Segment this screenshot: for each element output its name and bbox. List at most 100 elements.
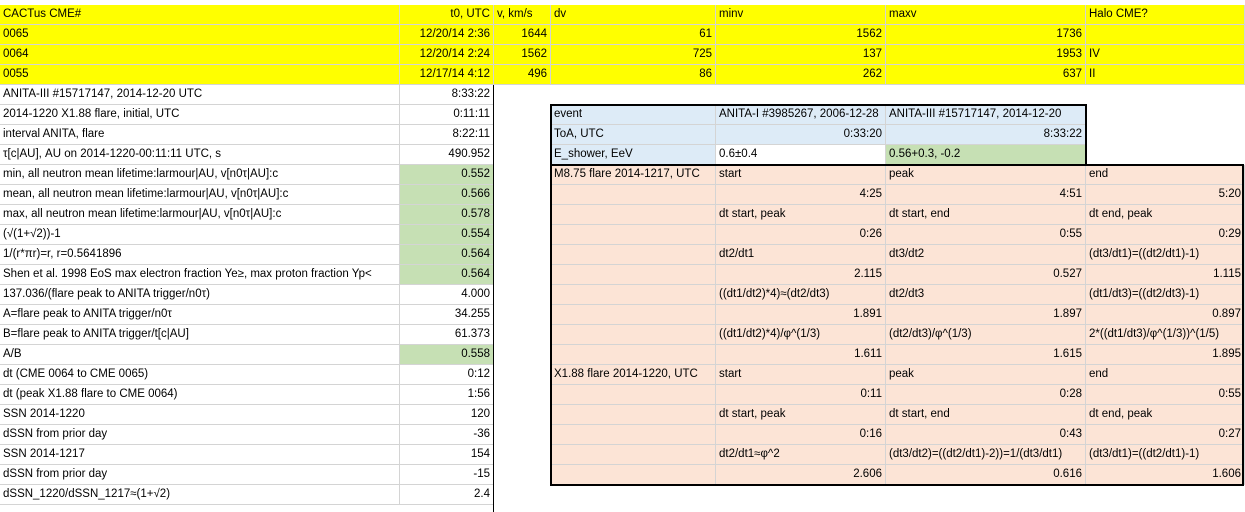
row-label[interactable]: τ[c|AU], AU on 2014-1220-00:11:11 UTC, s: [0, 145, 400, 165]
cme-cell[interactable]: 0055: [0, 65, 400, 85]
row-label[interactable]: dt (CME 0064 to CME 0065): [0, 365, 400, 385]
header-cell-2[interactable]: v, km/s: [494, 5, 551, 25]
row-value[interactable]: 0:12: [400, 365, 494, 385]
row-label[interactable]: interval ANITA, flare: [0, 125, 400, 145]
row-value[interactable]: 8:33:22: [400, 85, 494, 105]
flare-cell[interactable]: [551, 425, 716, 445]
row-value[interactable]: 1:56: [400, 385, 494, 405]
flare-cell[interactable]: [551, 465, 716, 485]
cme-cell[interactable]: 725: [551, 45, 716, 65]
row-value[interactable]: 0.578: [400, 205, 494, 225]
row-label[interactable]: dSSN from prior day: [0, 425, 400, 445]
header-cell-6[interactable]: Halo CME?: [1086, 5, 1245, 25]
row-label[interactable]: 137.036/(flare peak to ANITA trigger/n0τ…: [0, 285, 400, 305]
flare-cell[interactable]: dt2/dt1: [716, 245, 886, 265]
flare-cell[interactable]: 2.115: [716, 265, 886, 285]
flare-cell[interactable]: 1.895: [1086, 345, 1245, 365]
cme-cell[interactable]: 1562: [716, 25, 886, 45]
event-label[interactable]: ToA, UTC: [551, 125, 716, 145]
flare-cell[interactable]: [551, 305, 716, 325]
flare-cell[interactable]: [551, 405, 716, 425]
flare-cell[interactable]: dt start, peak: [716, 405, 886, 425]
cme-cell[interactable]: 12/20/14 2:36: [400, 25, 494, 45]
row-label[interactable]: Shen et al. 1998 EoS max electron fracti…: [0, 265, 400, 285]
flare-cell[interactable]: [551, 385, 716, 405]
row-value[interactable]: 0.552: [400, 165, 494, 185]
flare-cell[interactable]: M8.75 flare 2014-1217, UTC: [551, 165, 716, 185]
flare-cell[interactable]: 0:26: [716, 225, 886, 245]
flare-cell[interactable]: end: [1086, 165, 1245, 185]
event-anita1[interactable]: 0.6±0.4: [716, 145, 886, 165]
cme-cell[interactable]: 1644: [494, 25, 551, 45]
event-anita3[interactable]: ANITA-III #15717147, 2014-12-20: [886, 105, 1086, 125]
row-value[interactable]: 0.554: [400, 225, 494, 245]
flare-cell[interactable]: [551, 345, 716, 365]
cme-cell[interactable]: 12/20/14 2:24: [400, 45, 494, 65]
row-value[interactable]: 0.566: [400, 185, 494, 205]
header-cell-3[interactable]: dv: [551, 5, 716, 25]
flare-cell[interactable]: ((dt1/dt2)*4)≈(dt2/dt3): [716, 285, 886, 305]
row-label[interactable]: SSN 2014-1220: [0, 405, 400, 425]
flare-cell[interactable]: 5:20: [1086, 185, 1245, 205]
row-label[interactable]: A/B: [0, 345, 400, 365]
row-label[interactable]: dt (peak X1.88 flare to CME 0064): [0, 385, 400, 405]
row-value[interactable]: 34.255: [400, 305, 494, 325]
flare-cell[interactable]: 1.891: [716, 305, 886, 325]
flare-cell[interactable]: dt2/dt1≈φ^2: [716, 445, 886, 465]
flare-cell[interactable]: 0:29: [1086, 225, 1245, 245]
row-value[interactable]: 61.373: [400, 325, 494, 345]
cme-cell[interactable]: 0064: [0, 45, 400, 65]
flare-cell[interactable]: ((dt1/dt2)*4)/φ^(1/3): [716, 325, 886, 345]
flare-cell[interactable]: dt start, peak: [716, 205, 886, 225]
flare-cell[interactable]: peak: [886, 165, 1086, 185]
flare-cell[interactable]: (dt3/dt1)=((dt2/dt1)-1): [1086, 245, 1245, 265]
flare-cell[interactable]: 0:16: [716, 425, 886, 445]
flare-cell[interactable]: 0:11: [716, 385, 886, 405]
cme-cell[interactable]: 86: [551, 65, 716, 85]
row-value[interactable]: 8:22:11: [400, 125, 494, 145]
event-anita3[interactable]: 8:33:22: [886, 125, 1086, 145]
event-label[interactable]: E_shower, EeV: [551, 145, 716, 165]
flare-cell[interactable]: (dt2/dt3)/φ^(1/3): [886, 325, 1086, 345]
flare-cell[interactable]: start: [716, 365, 886, 385]
event-anita1[interactable]: ANITA-I #3985267, 2006-12-28: [716, 105, 886, 125]
flare-cell[interactable]: 4:51: [886, 185, 1086, 205]
row-value[interactable]: 154: [400, 445, 494, 465]
flare-cell[interactable]: end: [1086, 365, 1245, 385]
flare-cell[interactable]: dt end, peak: [1086, 405, 1245, 425]
flare-cell[interactable]: 0:27: [1086, 425, 1245, 445]
cme-cell[interactable]: 262: [716, 65, 886, 85]
row-label[interactable]: A=flare peak to ANITA trigger/n0τ: [0, 305, 400, 325]
header-cell-5[interactable]: maxv: [886, 5, 1086, 25]
flare-cell[interactable]: 0:28: [886, 385, 1086, 405]
flare-cell[interactable]: 0:43: [886, 425, 1086, 445]
cme-cell[interactable]: 12/17/14 4:12: [400, 65, 494, 85]
flare-cell[interactable]: dt start, end: [886, 205, 1086, 225]
flare-cell[interactable]: 1.606: [1086, 465, 1245, 485]
cme-cell[interactable]: 1953: [886, 45, 1086, 65]
cme-cell[interactable]: 137: [716, 45, 886, 65]
flare-cell[interactable]: 1.615: [886, 345, 1086, 365]
row-label[interactable]: SSN 2014-1217: [0, 445, 400, 465]
flare-cell[interactable]: 1.115: [1086, 265, 1245, 285]
event-anita1[interactable]: 0:33:20: [716, 125, 886, 145]
row-label[interactable]: min, all neutron mean lifetime:larmour|A…: [0, 165, 400, 185]
flare-cell[interactable]: [551, 445, 716, 465]
flare-cell[interactable]: (dt1/dt3)=((dt2/dt3)-1): [1086, 285, 1245, 305]
flare-cell[interactable]: (dt3/dt2)=((dt2/dt1)-2))=1/(dt3/dt1): [886, 445, 1086, 465]
flare-cell[interactable]: 2.606: [716, 465, 886, 485]
row-label[interactable]: dSSN_1220/dSSN_1217≈(1+√2): [0, 485, 400, 505]
flare-cell[interactable]: 0.616: [886, 465, 1086, 485]
flare-cell[interactable]: 0:55: [1086, 385, 1245, 405]
flare-cell[interactable]: X1.88 flare 2014-1220, UTC: [551, 365, 716, 385]
flare-cell[interactable]: [551, 185, 716, 205]
header-cell-0[interactable]: CACTus CME#: [0, 5, 400, 25]
row-label[interactable]: 1/(r*πr)=r, r=0.5641896: [0, 245, 400, 265]
flare-cell[interactable]: 4:25: [716, 185, 886, 205]
cme-cell[interactable]: 496: [494, 65, 551, 85]
header-cell-1[interactable]: t0, UTC: [400, 5, 494, 25]
row-value[interactable]: 0:11:11: [400, 105, 494, 125]
row-label[interactable]: dSSN from prior day: [0, 465, 400, 485]
row-label[interactable]: 2014-1220 X1.88 flare, initial, UTC: [0, 105, 400, 125]
cme-cell[interactable]: [1086, 25, 1245, 45]
